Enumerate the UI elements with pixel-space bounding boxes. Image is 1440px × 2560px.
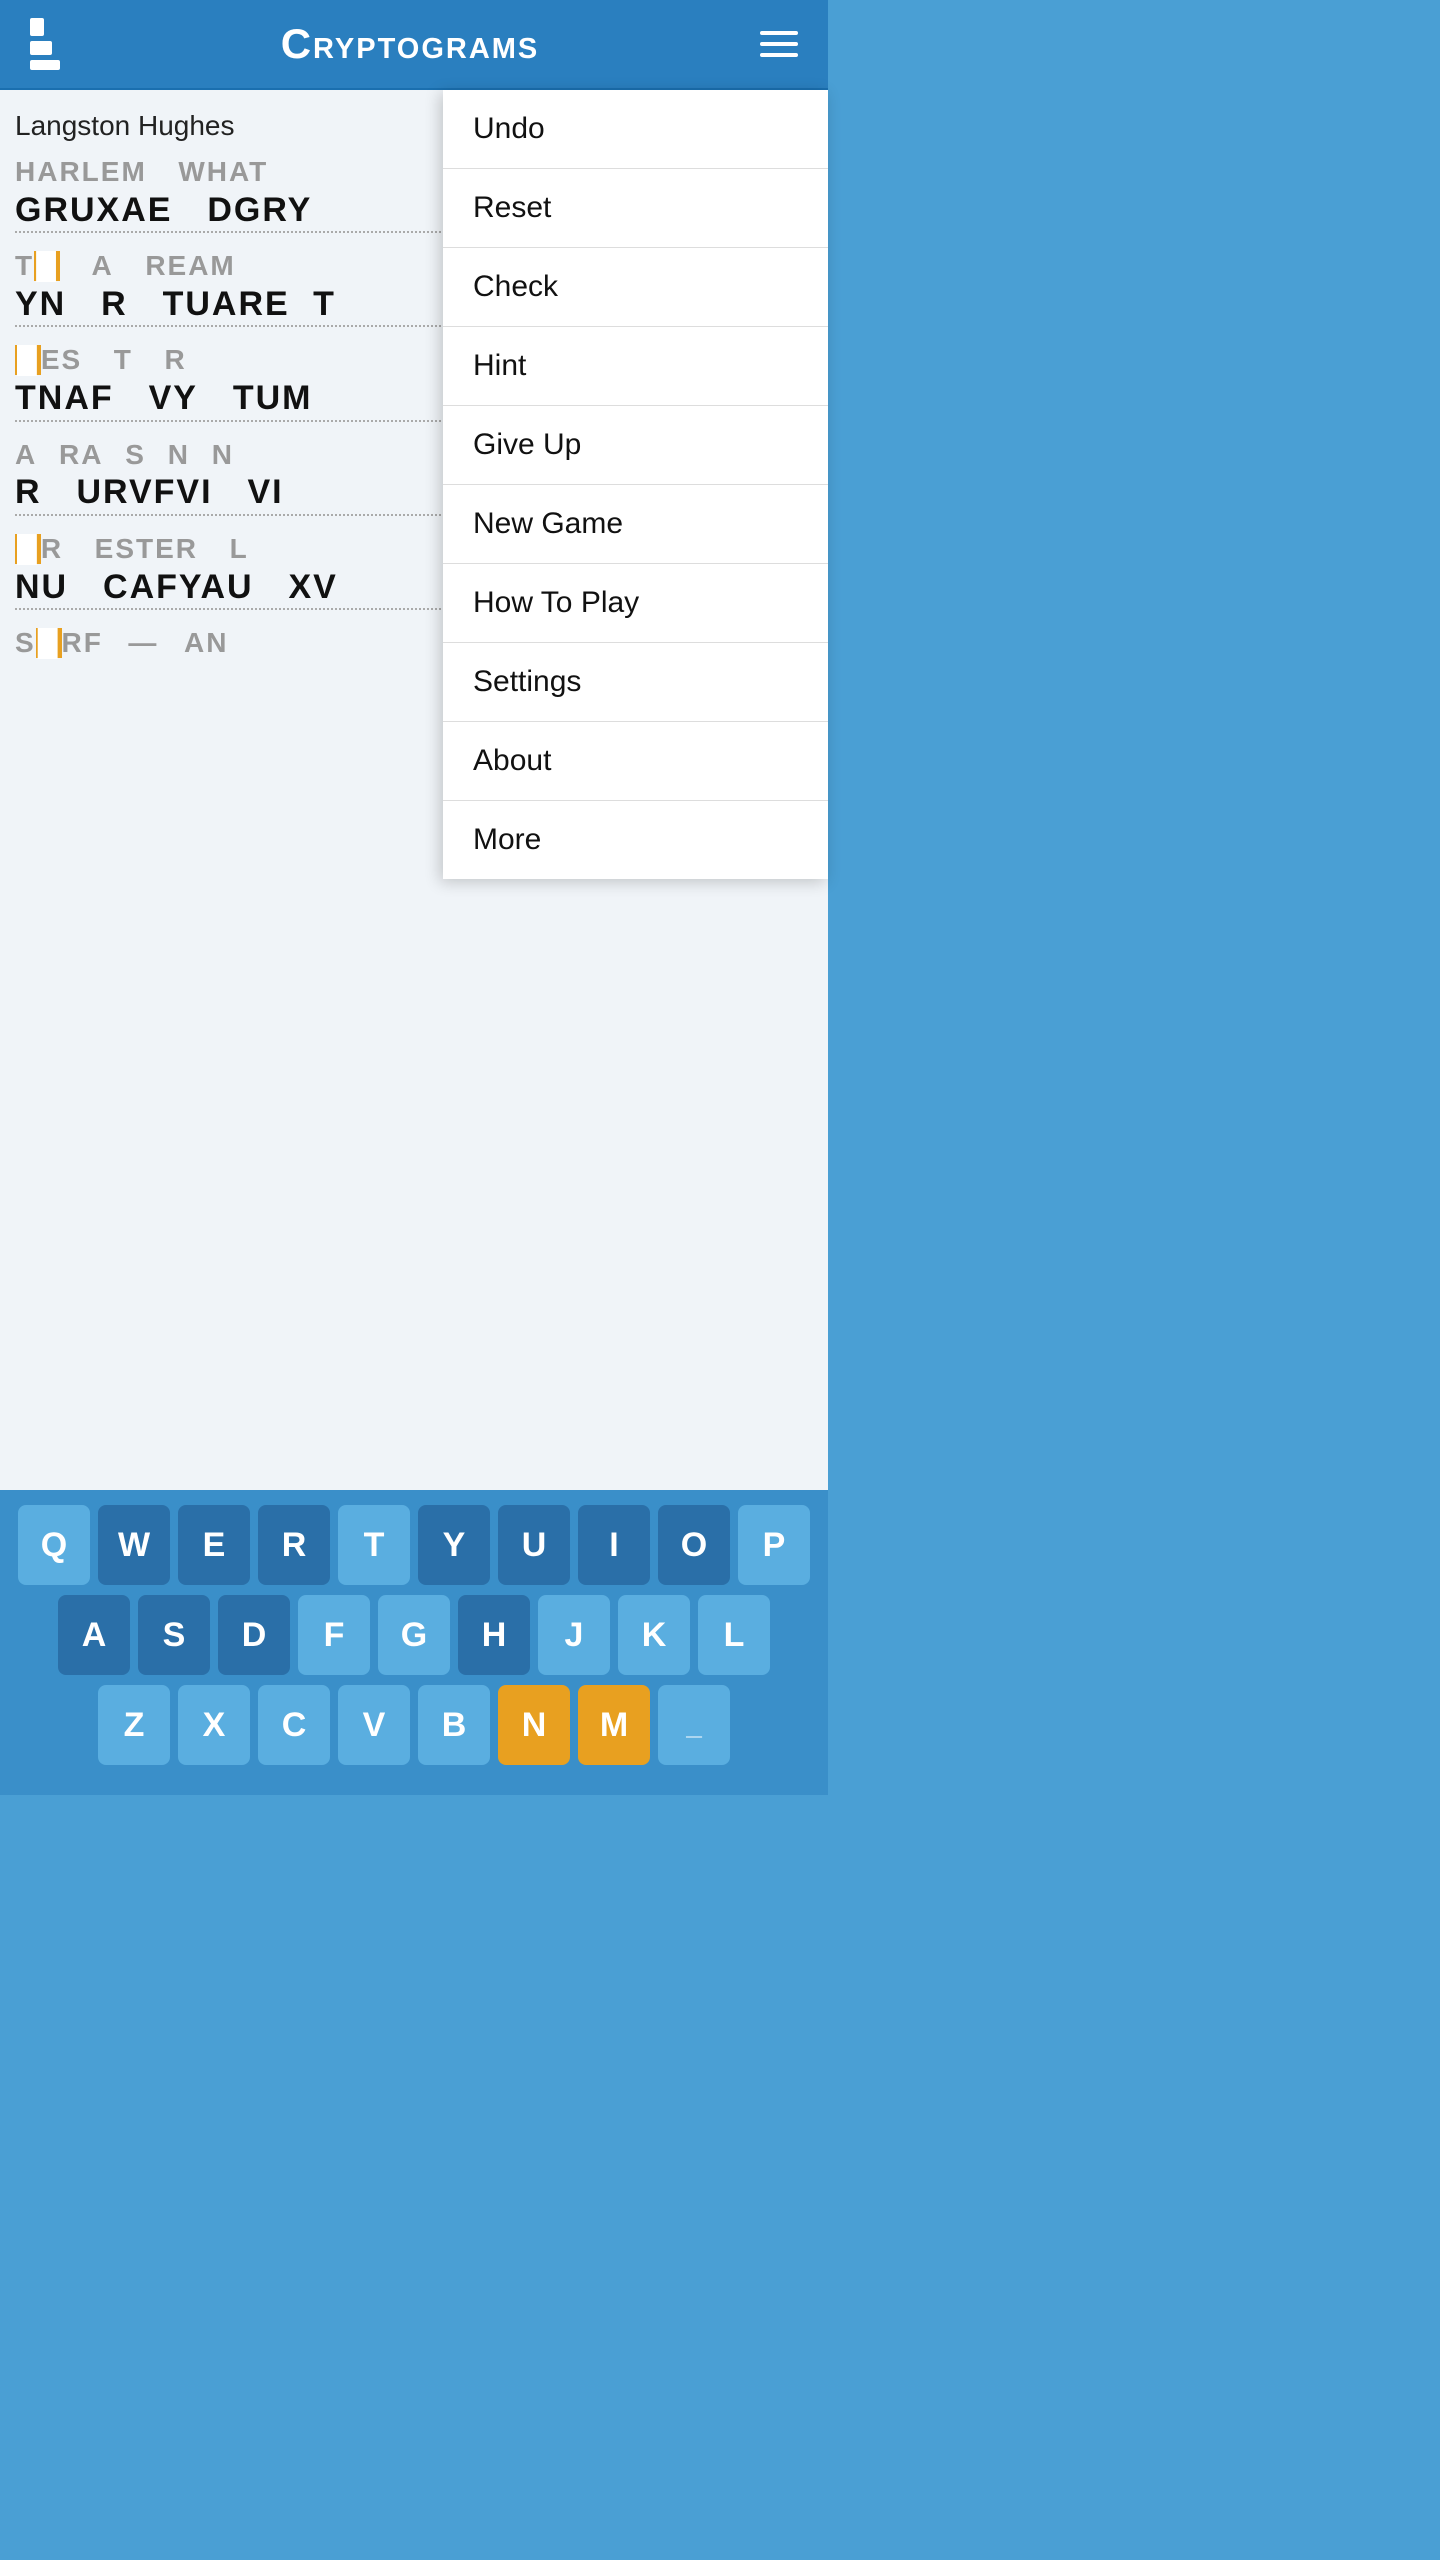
key-P[interactable]: P bbox=[738, 1505, 810, 1585]
key-U[interactable]: U bbox=[498, 1505, 570, 1585]
plain-word[interactable]: CAFYAU bbox=[103, 569, 254, 606]
menu-item-give-up[interactable]: Give Up bbox=[443, 406, 828, 485]
cipher-word[interactable]: HARLEM bbox=[15, 157, 147, 188]
plain-word[interactable]: URVFVI bbox=[76, 474, 212, 511]
dropdown-menu: Undo Reset Check Hint Give Up New Game H… bbox=[443, 90, 828, 879]
plain-word[interactable]: TNAF bbox=[15, 380, 114, 417]
key-B[interactable]: B bbox=[418, 1685, 490, 1765]
key-N[interactable]: N bbox=[498, 1685, 570, 1765]
key-K[interactable]: K bbox=[618, 1595, 690, 1675]
plain-word[interactable]: VI bbox=[247, 474, 283, 511]
key-Y[interactable]: Y bbox=[418, 1505, 490, 1585]
menu-item-settings[interactable]: Settings bbox=[443, 643, 828, 722]
cipher-word[interactable]: N bbox=[168, 440, 190, 471]
cipher-word[interactable]: ESTER bbox=[95, 534, 198, 565]
cipher-word[interactable]: L bbox=[230, 534, 249, 565]
menu-item-how-to-play[interactable]: How To Play bbox=[443, 564, 828, 643]
key-E[interactable]: E bbox=[178, 1505, 250, 1585]
cipher-word[interactable]: S bbox=[125, 440, 146, 471]
cipher-word[interactable]: R bbox=[164, 345, 186, 376]
key-W[interactable]: W bbox=[98, 1505, 170, 1585]
key-Q[interactable]: Q bbox=[18, 1505, 90, 1585]
key-Z[interactable]: Z bbox=[98, 1685, 170, 1765]
key-S[interactable]: S bbox=[138, 1595, 210, 1675]
key-R[interactable]: R bbox=[258, 1505, 330, 1585]
key-D[interactable]: D bbox=[218, 1595, 290, 1675]
cipher-word[interactable]: A bbox=[92, 251, 114, 282]
keyboard: Q W E R T Y U I O P A S D F G H J K L Z … bbox=[0, 1490, 828, 1795]
keyboard-row-1: Q W E R T Y U I O P bbox=[8, 1505, 820, 1585]
key-G[interactable]: G bbox=[378, 1595, 450, 1675]
app-title: Cryptograms bbox=[281, 20, 540, 68]
key-O[interactable]: O bbox=[658, 1505, 730, 1585]
menu-item-reset[interactable]: Reset bbox=[443, 169, 828, 248]
cipher-word[interactable]: T█ bbox=[15, 251, 60, 282]
key-T[interactable]: T bbox=[338, 1505, 410, 1585]
cipher-word[interactable]: S█RF bbox=[15, 628, 103, 659]
key-F[interactable]: F bbox=[298, 1595, 370, 1675]
menu-item-check[interactable]: Check bbox=[443, 248, 828, 327]
key-J[interactable]: J bbox=[538, 1595, 610, 1675]
cipher-word[interactable]: A bbox=[15, 440, 37, 471]
keyboard-row-3: Z X C V B N M _ bbox=[8, 1685, 820, 1765]
plain-word[interactable]: TUARE bbox=[163, 286, 290, 323]
plain-word[interactable]: R bbox=[15, 474, 42, 511]
key-C[interactable]: C bbox=[258, 1685, 330, 1765]
key-V[interactable]: V bbox=[338, 1685, 410, 1765]
key-A[interactable]: A bbox=[58, 1595, 130, 1675]
menu-item-hint[interactable]: Hint bbox=[443, 327, 828, 406]
plain-word[interactable]: XV bbox=[288, 569, 337, 606]
key-L[interactable]: L bbox=[698, 1595, 770, 1675]
menu-icon[interactable] bbox=[760, 31, 798, 57]
stats-icon[interactable] bbox=[30, 18, 60, 70]
plain-word[interactable]: NU bbox=[15, 569, 68, 606]
menu-item-new-game[interactable]: New Game bbox=[443, 485, 828, 564]
app-header: Cryptograms bbox=[0, 0, 828, 90]
keyboard-row-2: A S D F G H J K L bbox=[8, 1595, 820, 1675]
menu-item-undo[interactable]: Undo bbox=[443, 90, 828, 169]
key-M[interactable]: M bbox=[578, 1685, 650, 1765]
cipher-word[interactable]: RA bbox=[59, 440, 103, 471]
key-I[interactable]: I bbox=[578, 1505, 650, 1585]
plain-word[interactable]: TUM bbox=[233, 380, 313, 417]
cipher-word[interactable]: N bbox=[212, 440, 234, 471]
plain-word[interactable]: R bbox=[101, 286, 128, 323]
cipher-word[interactable]: WHAT bbox=[178, 157, 268, 188]
cipher-word[interactable]: █ES bbox=[15, 345, 82, 376]
key-H[interactable]: H bbox=[458, 1595, 530, 1675]
menu-item-more[interactable]: More bbox=[443, 801, 828, 879]
key-backspace[interactable]: _ bbox=[658, 1685, 730, 1765]
cipher-word[interactable]: T bbox=[114, 345, 133, 376]
cipher-word[interactable]: AN bbox=[184, 628, 228, 659]
cipher-word[interactable]: █R bbox=[15, 534, 63, 565]
plain-word[interactable]: YN bbox=[15, 286, 66, 323]
key-X[interactable]: X bbox=[178, 1685, 250, 1765]
menu-item-about[interactable]: About bbox=[443, 722, 828, 801]
plain-word[interactable]: VY bbox=[149, 380, 198, 417]
main-content: Langston Hughes HARLEM WHAT GRUXAE DGRY … bbox=[0, 90, 828, 1490]
plain-word[interactable]: GRUXAE bbox=[15, 192, 172, 229]
cipher-word[interactable]: REAM bbox=[145, 251, 235, 282]
plain-word[interactable]: T bbox=[313, 286, 336, 323]
plain-word[interactable]: DGRY bbox=[207, 192, 312, 229]
